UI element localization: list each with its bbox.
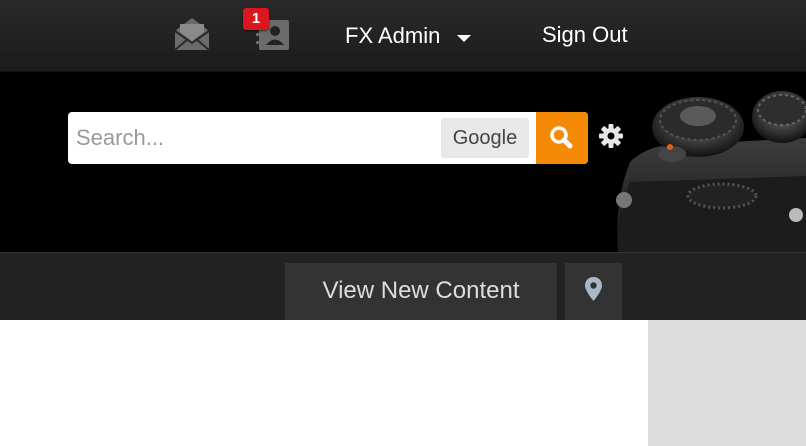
messages-button[interactable]	[171, 15, 213, 53]
map-pin-icon	[585, 277, 602, 301]
camera-banner-image	[616, 91, 806, 252]
search-engine-toggle[interactable]: Google	[441, 118, 529, 158]
main-navigation: View New Content	[0, 252, 806, 321]
location-button[interactable]	[565, 263, 622, 321]
search-bar: Google	[68, 112, 588, 164]
magnifier-icon	[550, 126, 573, 149]
notification-count-badge: 1	[243, 8, 269, 30]
envelope-icon	[174, 18, 210, 51]
main-content-area	[0, 320, 648, 446]
search-submit-button[interactable]	[536, 112, 588, 164]
search-input[interactable]	[68, 112, 440, 164]
view-new-content-tab[interactable]: View New Content	[285, 263, 557, 321]
caret-down-icon	[457, 34, 472, 42]
user-menu-dropdown[interactable]: FX Admin	[345, 22, 472, 50]
user-name-label: FX Admin	[345, 23, 441, 48]
sign-out-link[interactable]: Sign Out	[542, 22, 628, 48]
sidebar-panel	[648, 320, 806, 446]
site-header: Google	[0, 72, 806, 252]
user-bar: 1 FX Admin Sign Out	[0, 0, 806, 72]
